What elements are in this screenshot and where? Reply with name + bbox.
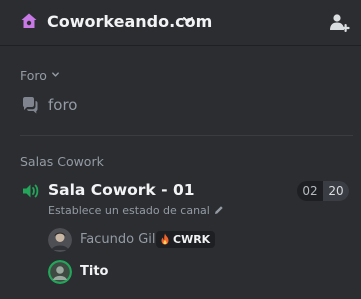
divider [20, 135, 353, 136]
voice-channel-label: Sala Cowork - 01 [48, 181, 195, 199]
server-tag-label: CWRK [173, 233, 211, 246]
user-name: Tito [80, 264, 109, 279]
user-count: 02 [302, 184, 318, 198]
forum-icon [23, 97, 38, 114]
user-name: Facundo Gil [80, 232, 156, 247]
server-tag[interactable]: CWRK [156, 231, 216, 248]
voice-user-tito[interactable]: Tito [48, 260, 348, 284]
channel-forum[interactable]: foro [14, 92, 348, 118]
flame-icon [161, 233, 169, 245]
voice-channel-sala-cowork-01[interactable]: Sala Cowork - 01 02 20 [14, 179, 354, 203]
avatar [48, 228, 72, 252]
home-icon [21, 13, 37, 28]
voice-user-facundo-gil[interactable]: Facundo Gil CWRK [48, 228, 348, 252]
category-forum[interactable]: Foro [20, 68, 60, 84]
add-member-icon[interactable] [329, 12, 351, 34]
category-salas-cowork-label: Salas Cowork [20, 154, 104, 169]
user-limit-counter: 02 20 [297, 181, 349, 201]
chevron-down-icon [51, 72, 59, 77]
chevron-down-icon[interactable] [182, 14, 194, 26]
avatar [48, 260, 72, 284]
pencil-icon [214, 206, 223, 214]
channel-status-text: Establece un estado de canal [48, 204, 210, 217]
speaker-icon [23, 184, 39, 198]
user-limit: 20 [323, 181, 349, 201]
set-channel-status[interactable]: Establece un estado de canal [48, 204, 224, 218]
category-salas-cowork[interactable]: Salas Cowork [20, 154, 104, 170]
server-header[interactable]: Coworkeando.com [0, 0, 361, 46]
category-forum-label: Foro [20, 68, 47, 83]
channel-forum-label: foro [48, 96, 78, 114]
